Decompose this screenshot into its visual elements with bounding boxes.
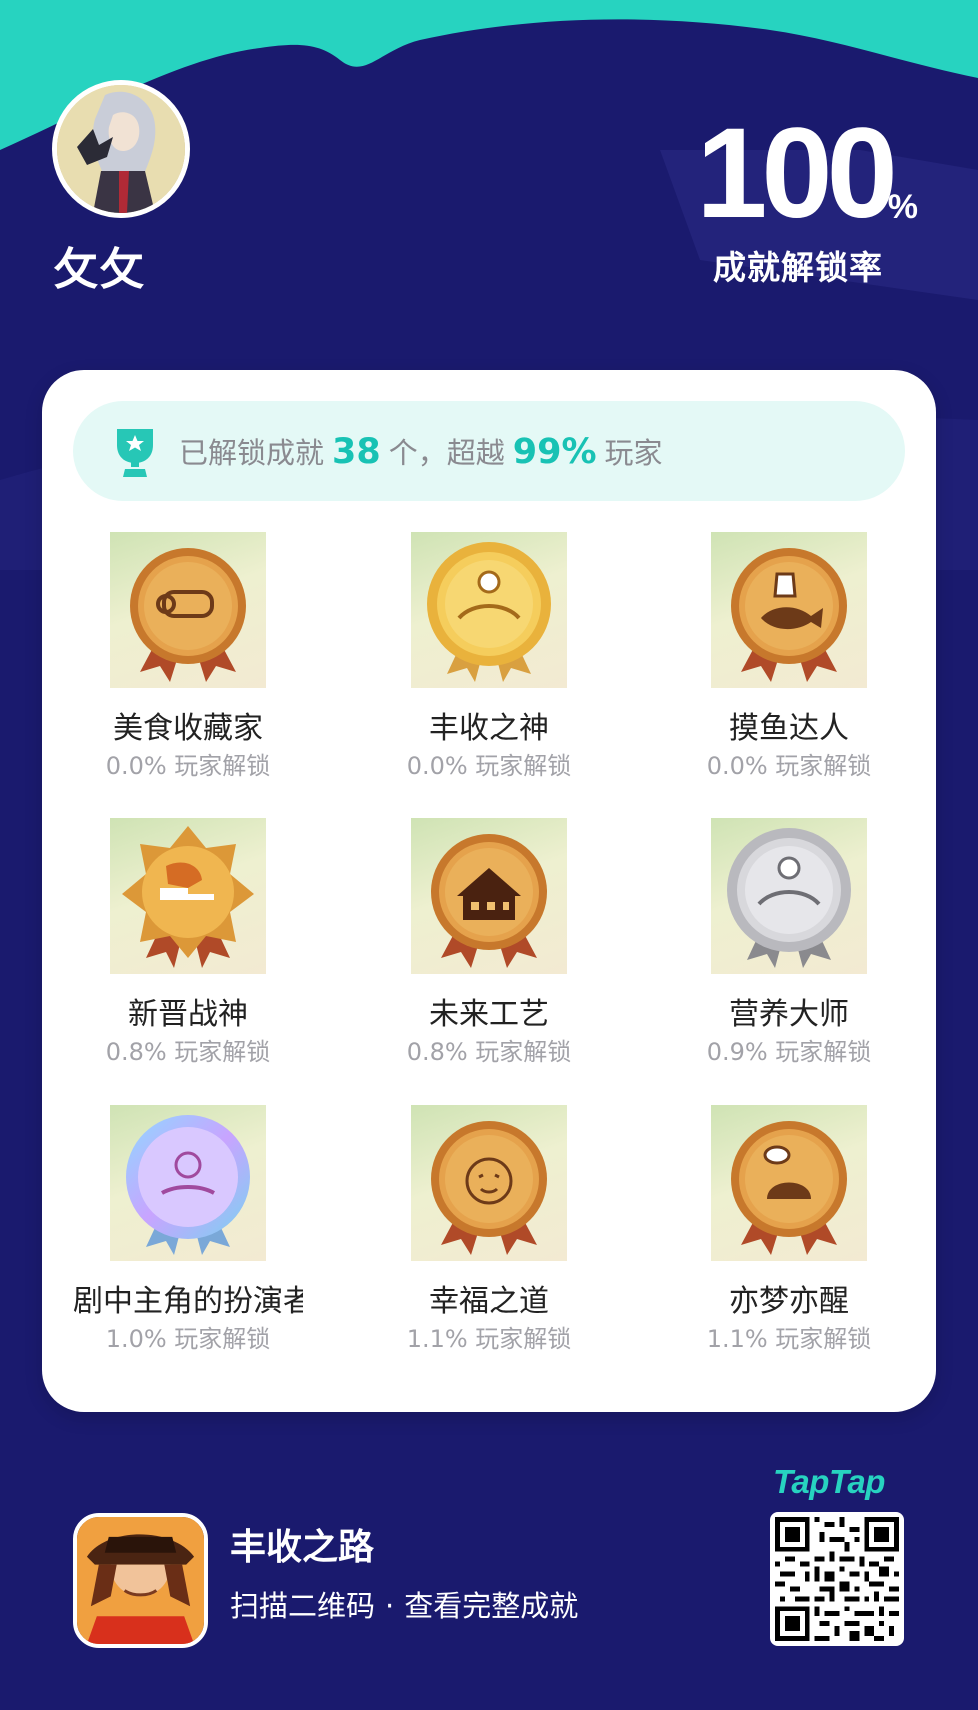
achievement-rate: 0.0% 玩家解锁 xyxy=(105,752,271,780)
completion-rate-value: 100 xyxy=(696,102,898,245)
scroll-medal-icon xyxy=(130,548,246,682)
achievement-rate: 0.8% 玩家解锁 xyxy=(406,1038,572,1066)
achievement-name: 美食收藏家 xyxy=(113,711,263,746)
achievement-name: 幸福之道 xyxy=(429,1284,549,1319)
game-icon[interactable] xyxy=(73,1513,208,1648)
muscle-medal-icon xyxy=(122,826,254,968)
unlocked-count: 38 xyxy=(332,432,381,472)
completion-rate-label: 成就解锁率 xyxy=(713,248,883,287)
achievement-name: 摸鱼达人 xyxy=(729,711,849,746)
achievement-tile xyxy=(411,818,567,974)
achievement-rate: 0.9% 玩家解锁 xyxy=(706,1038,872,1066)
achievement-item[interactable]: 摸鱼达人 0.0% 玩家解锁 xyxy=(639,532,939,782)
achievement-rate: 1.1% 玩家解锁 xyxy=(406,1325,572,1353)
fish-medal-icon xyxy=(731,548,847,682)
achievement-name: 剧中主角的扮演者 xyxy=(73,1284,303,1319)
trophy-icon xyxy=(117,429,153,477)
achievement-item[interactable]: 幸福之道 1.1% 玩家解锁 xyxy=(339,1105,639,1355)
sleepy-face-medal-icon xyxy=(731,1121,847,1255)
achievement-name: 未来工艺 xyxy=(429,997,549,1032)
achievement-rate: 1.1% 玩家解锁 xyxy=(706,1325,872,1353)
achievement-name: 丰收之神 xyxy=(429,711,549,746)
harvest-god-medal-icon xyxy=(427,542,551,682)
beat-percent: 99% xyxy=(512,432,597,472)
achievement-name: 营养大师 xyxy=(729,997,849,1032)
user-avatar[interactable] xyxy=(52,80,190,218)
achievement-item[interactable]: 美食收藏家 0.0% 玩家解锁 xyxy=(38,532,338,782)
achievement-tile xyxy=(110,818,266,974)
achievement-name: 亦梦亦醒 xyxy=(729,1284,849,1319)
qr-code-icon xyxy=(775,1517,899,1641)
scan-text: 扫描二维码 xyxy=(230,1589,376,1623)
achievement-tile xyxy=(411,1105,567,1261)
happy-face-medal-icon xyxy=(431,1121,547,1255)
actor-medal-icon xyxy=(126,1115,250,1255)
achievement-item[interactable]: 新晋战神 0.8% 玩家解锁 xyxy=(38,818,338,1068)
achievement-tile xyxy=(411,532,567,688)
taptap-logo: TapTap xyxy=(773,1463,885,1500)
achievement-tile xyxy=(110,532,266,688)
achievement-item[interactable]: 未来工艺 0.8% 玩家解锁 xyxy=(339,818,639,1068)
achievement-rate: 0.8% 玩家解锁 xyxy=(105,1038,271,1066)
achievement-tile xyxy=(711,532,867,688)
user-avatar-icon xyxy=(57,85,185,213)
achievement-summary: 已解锁成就 38 个，超越 99% 玩家 xyxy=(73,401,905,501)
achievement-item[interactable]: 剧中主角的扮演者 1.0% 玩家解锁 xyxy=(38,1105,338,1355)
achievement-item[interactable]: 丰收之神 0.0% 玩家解锁 xyxy=(339,532,639,782)
summary-suffix: 玩家 xyxy=(604,436,663,470)
nutrition-medal-icon xyxy=(727,828,851,968)
achievement-tile xyxy=(110,1105,266,1261)
achievement-rate: 0.0% 玩家解锁 xyxy=(706,752,872,780)
view-text: 查看完整成就 xyxy=(404,1589,579,1623)
separator-dot: · xyxy=(385,1589,395,1623)
summary-prefix: 已解锁成就 xyxy=(179,436,325,470)
qr-code[interactable] xyxy=(770,1512,904,1646)
achievement-item[interactable]: 营养大师 0.9% 玩家解锁 xyxy=(639,818,939,1068)
summary-text: 已解锁成就 38 个，超越 99% 玩家 xyxy=(179,430,663,472)
achievement-rate: 0.0% 玩家解锁 xyxy=(406,752,572,780)
scan-hint: 扫描二维码 · 查看完整成就 xyxy=(230,1586,578,1626)
achievement-rate: 1.0% 玩家解锁 xyxy=(105,1325,271,1353)
game-name: 丰收之路 xyxy=(230,1527,375,1568)
completion-rate: 100% xyxy=(618,102,918,245)
game-character-icon xyxy=(77,1517,204,1644)
house-medal-icon xyxy=(431,834,547,968)
summary-middle: 个，超越 xyxy=(388,436,505,470)
achievement-name: 新晋战神 xyxy=(128,997,248,1032)
user-name: 攵攵 xyxy=(54,244,146,295)
achievement-tile xyxy=(711,818,867,974)
completion-rate-unit: % xyxy=(887,188,918,226)
achievement-item[interactable]: 亦梦亦醒 1.1% 玩家解锁 xyxy=(639,1105,939,1355)
achievement-tile xyxy=(711,1105,867,1261)
